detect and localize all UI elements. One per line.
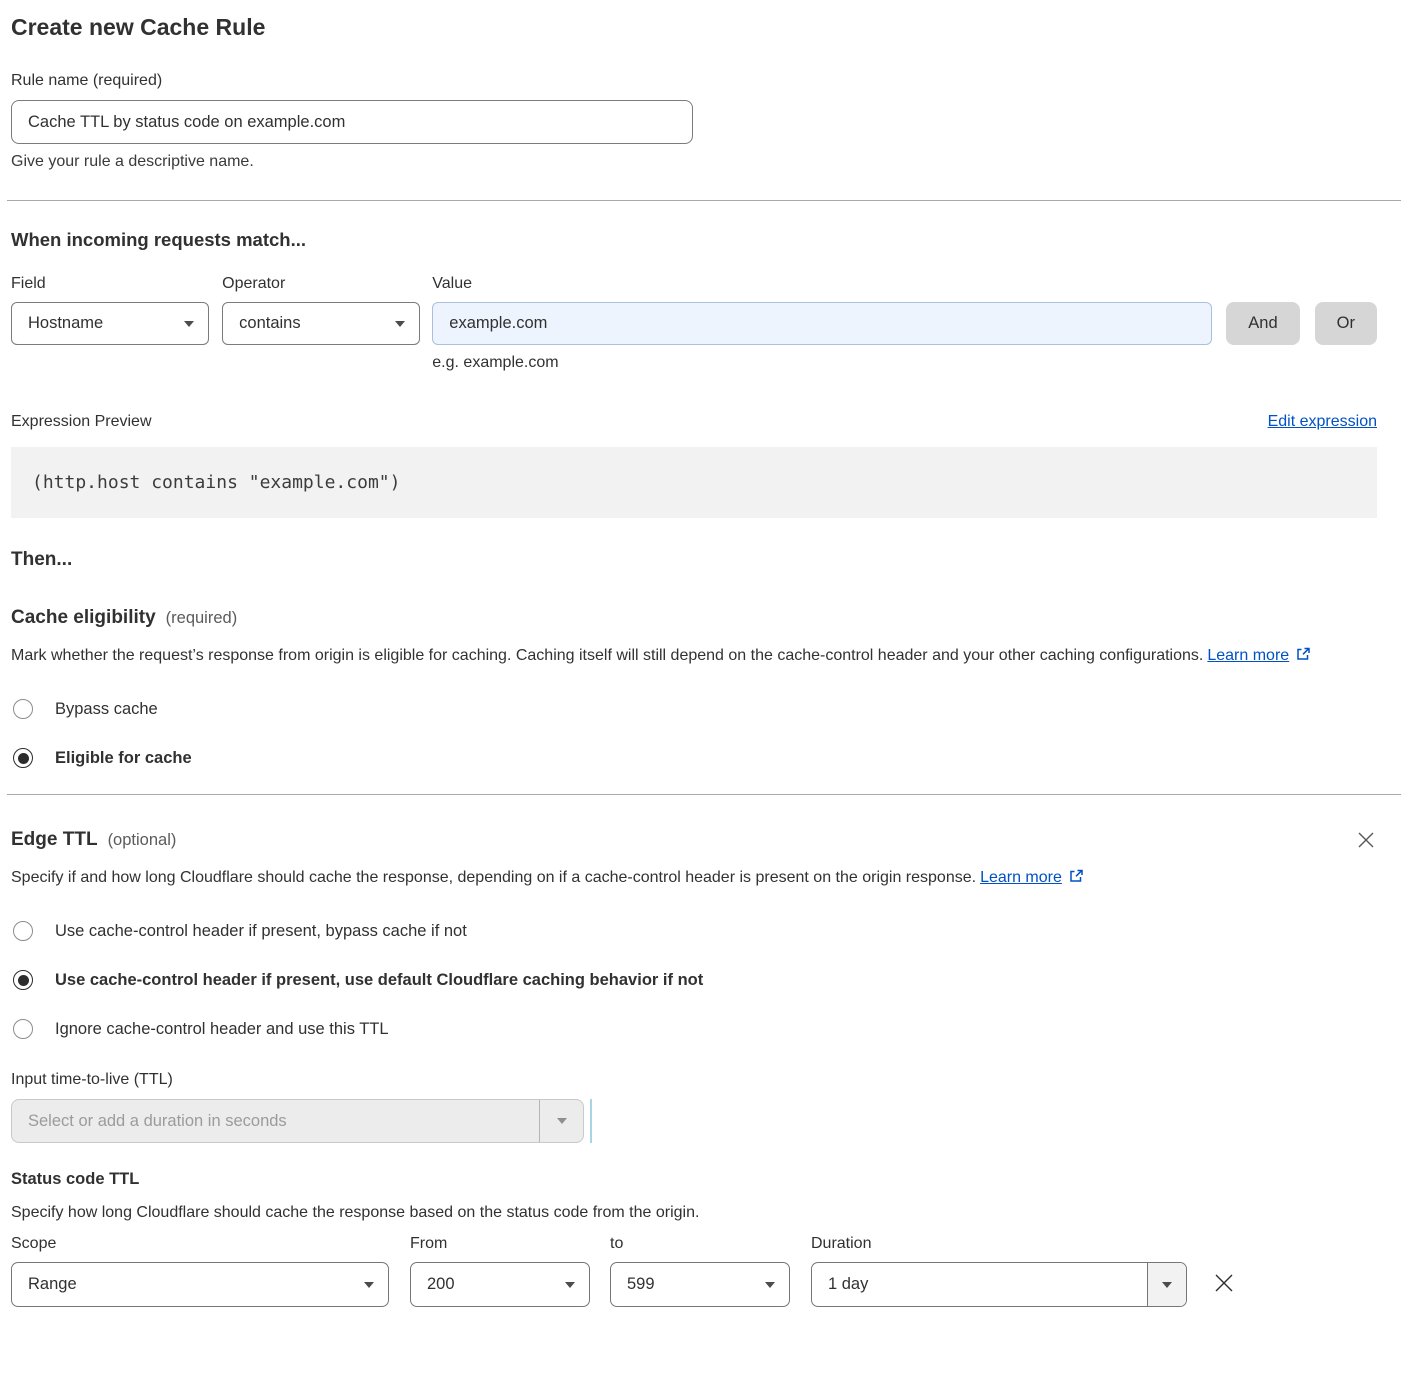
to-select[interactable]: 599	[610, 1262, 790, 1307]
external-link-icon	[1068, 868, 1084, 884]
operator-label: Operator	[222, 275, 420, 293]
value-input[interactable]	[432, 302, 1212, 345]
close-icon	[1213, 1272, 1235, 1294]
radio-label: Use cache-control header if present, byp…	[55, 922, 467, 941]
to-column: to 599	[610, 1235, 790, 1307]
radio-label: Eligible for cache	[55, 749, 192, 768]
radio-button-icon[interactable]	[13, 748, 33, 768]
edge-ttl-description: Specify if and how long Cloudflare shoul…	[11, 864, 1111, 892]
description-text: Mark whether the request’s response from…	[11, 647, 1203, 664]
field-label: Field	[11, 275, 209, 293]
field-select-value: Hostname	[28, 314, 103, 333]
cache-eligibility-description: Mark whether the request’s response from…	[11, 642, 1351, 670]
required-tag: (required)	[166, 609, 238, 628]
radio-option-cc-default[interactable]: Use cache-control header if present, use…	[11, 970, 1377, 990]
chevron-down-icon	[1162, 1282, 1172, 1288]
radio-label: Ignore cache-control header and use this…	[55, 1020, 389, 1039]
status-code-ttl-row: Scope Range From 200 to 599 Duration 1 d…	[11, 1235, 1377, 1307]
edge-ttl-title-row: Edge TTL (optional)	[11, 829, 176, 851]
description-text: Specify if and how long Cloudflare shoul…	[11, 869, 976, 886]
ttl-select-placeholder: Select or add a duration in seconds	[12, 1100, 539, 1142]
ttl-input-label: Input time-to-live (TTL)	[11, 1071, 1377, 1089]
chevron-down-icon	[557, 1118, 567, 1124]
chevron-down-icon	[565, 1282, 575, 1288]
text-cursor	[590, 1099, 592, 1143]
duration-label: Duration	[811, 1235, 1187, 1253]
from-select-value: 200	[427, 1275, 455, 1294]
scope-label: Scope	[11, 1235, 389, 1253]
radio-button-icon[interactable]	[13, 970, 33, 990]
radio-button-icon[interactable]	[13, 699, 33, 719]
remove-status-ttl-button[interactable]	[1211, 1235, 1237, 1296]
from-column: From 200	[410, 1235, 590, 1307]
status-code-ttl-title: Status code TTL	[11, 1170, 1377, 1189]
duration-select[interactable]: 1 day	[811, 1262, 1187, 1307]
create-cache-rule-form: Create new Cache Rule Rule name (require…	[11, 14, 1377, 1307]
cache-eligibility-header: Cache eligibility (required)	[11, 607, 1377, 629]
radio-option-bypass-cache[interactable]: Bypass cache	[11, 699, 1377, 719]
learn-more-link[interactable]: Learn more	[980, 869, 1062, 886]
section-divider	[7, 200, 1401, 201]
ttl-duration-select[interactable]: Select or add a duration in seconds	[11, 1099, 584, 1143]
ttl-select-row: Select or add a duration in seconds	[11, 1099, 1377, 1143]
radio-option-ignore-cc[interactable]: Ignore cache-control header and use this…	[11, 1019, 1377, 1039]
cache-eligibility-title: Cache eligibility	[11, 607, 156, 629]
radio-label: Bypass cache	[55, 700, 158, 719]
scope-column: Scope Range	[11, 1235, 389, 1307]
value-column: Value e.g. example.com	[432, 275, 1212, 372]
scope-select[interactable]: Range	[11, 1262, 389, 1307]
optional-tag: (optional)	[108, 831, 177, 850]
duration-select-value: 1 day	[812, 1263, 1147, 1306]
operator-select[interactable]: contains	[222, 302, 420, 345]
edge-ttl-header: Edge TTL (optional)	[11, 829, 1377, 851]
close-icon	[1357, 831, 1375, 849]
rule-name-helper: Give your rule a descriptive name.	[11, 153, 1377, 171]
close-edge-ttl-button[interactable]	[1355, 829, 1377, 851]
rule-name-input[interactable]	[11, 100, 693, 144]
radio-button-icon[interactable]	[13, 1019, 33, 1039]
field-column: Field Hostname	[11, 275, 209, 345]
chevron-down-icon	[395, 321, 405, 327]
match-section-heading: When incoming requests match...	[11, 229, 1377, 251]
page-title: Create new Cache Rule	[11, 14, 1377, 41]
expression-code-block: (http.host contains "example.com")	[11, 447, 1377, 518]
section-divider	[7, 794, 1401, 795]
expression-preview-label: Expression Preview	[11, 413, 152, 431]
then-heading: Then...	[11, 549, 1377, 571]
match-condition-row: Field Hostname Operator contains Value e…	[11, 275, 1377, 372]
rule-name-label: Rule name (required)	[11, 72, 1377, 90]
radio-option-cc-bypass[interactable]: Use cache-control header if present, byp…	[11, 921, 1377, 941]
from-select[interactable]: 200	[410, 1262, 590, 1307]
expression-code: (http.host contains "example.com")	[32, 472, 400, 493]
chevron-down-icon	[765, 1282, 775, 1288]
status-code-ttl-description: Specify how long Cloudflare should cache…	[11, 1204, 1377, 1222]
operator-select-value: contains	[239, 314, 300, 333]
to-select-value: 599	[627, 1275, 655, 1294]
select-arrow-box[interactable]	[1147, 1263, 1186, 1306]
from-label: From	[410, 1235, 590, 1253]
radio-label: Use cache-control header if present, use…	[55, 971, 703, 990]
edge-ttl-title: Edge TTL	[11, 829, 98, 851]
scope-select-value: Range	[28, 1275, 77, 1294]
value-label: Value	[432, 275, 1212, 293]
radio-button-icon[interactable]	[13, 921, 33, 941]
learn-more-link[interactable]: Learn more	[1207, 647, 1289, 664]
or-button[interactable]: Or	[1315, 302, 1377, 345]
radio-option-eligible-for-cache[interactable]: Eligible for cache	[11, 748, 1377, 768]
value-helper: e.g. example.com	[432, 354, 1212, 372]
select-arrow-box[interactable]	[539, 1100, 583, 1142]
operator-column: Operator contains	[222, 275, 420, 345]
chevron-down-icon	[184, 321, 194, 327]
external-link-icon	[1295, 646, 1311, 662]
chevron-down-icon	[364, 1282, 374, 1288]
to-label: to	[610, 1235, 790, 1253]
expression-preview-header: Expression Preview Edit expression	[11, 413, 1377, 431]
edit-expression-link[interactable]: Edit expression	[1268, 413, 1377, 431]
duration-column: Duration 1 day	[811, 1235, 1187, 1307]
condition-connectors: And Or	[1226, 275, 1377, 345]
field-select[interactable]: Hostname	[11, 302, 209, 345]
and-button[interactable]: And	[1226, 302, 1299, 345]
